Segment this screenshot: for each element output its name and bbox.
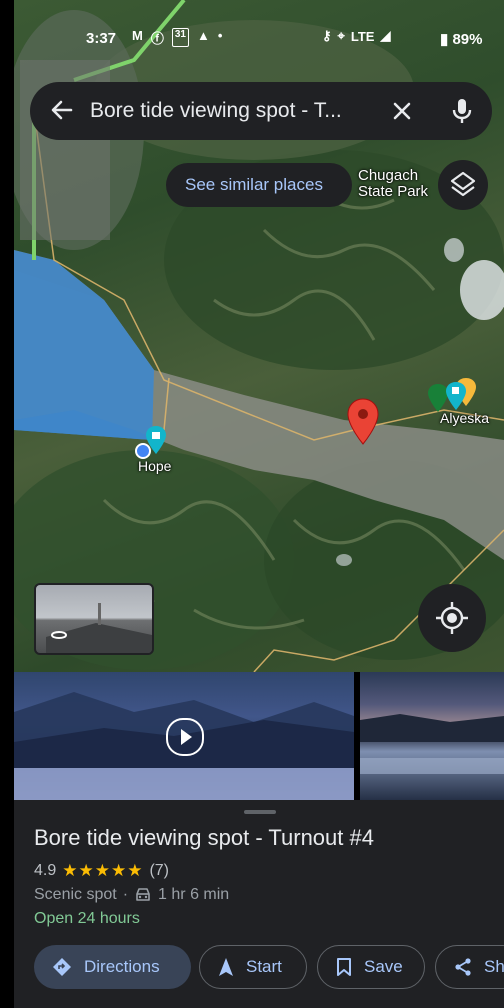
sheet-drag-handle[interactable] (244, 810, 276, 814)
play-icon (181, 729, 192, 745)
save-label: Save (364, 957, 403, 976)
rating-row[interactable]: 4.9 ★★★★★ (7) (34, 861, 169, 881)
close-icon[interactable] (388, 97, 416, 125)
open-hours: Open 24 hours (34, 910, 140, 927)
street-view-thumbnail[interactable] (34, 583, 154, 655)
play-video-button[interactable] (166, 718, 204, 756)
see-similar-places-label: See similar places (185, 175, 323, 194)
gmail-icon: M (132, 28, 143, 43)
place-details-sheet[interactable]: Bore tide viewing spot - Turnout #4 4.9 … (14, 800, 504, 1008)
map-label-chugach: Chugach State Park (358, 167, 429, 200)
place-category: Scenic spot (34, 886, 117, 903)
layers-icon (450, 171, 476, 197)
back-arrow-icon[interactable] (48, 96, 76, 124)
dot-icon: • (217, 28, 223, 43)
selected-place-pin-icon[interactable] (346, 398, 380, 446)
screen-left-edge (0, 0, 14, 1008)
layers-button[interactable] (438, 160, 488, 210)
bookmark-icon (337, 958, 351, 976)
car-icon (136, 888, 150, 901)
rating-value: 4.9 (34, 862, 57, 879)
network-label: LTE (350, 28, 375, 44)
status-bar: 3:37 M ⓕ 31 ▲ • ⚷ ⌖ LTE ◢ ▮ 89% (14, 24, 504, 54)
start-label: Start (246, 957, 282, 976)
battery-icon: ▮ (440, 31, 449, 48)
directions-label: Directions (84, 957, 160, 976)
directions-button[interactable]: Directions (34, 945, 191, 989)
drive-time: 1 hr 6 min (158, 886, 230, 903)
map-label-hope: Hope (138, 458, 172, 474)
place-title: Bore tide viewing spot - Turnout #4 (34, 825, 374, 850)
vpn-key-icon: ⚷ (322, 28, 332, 43)
facebook-icon: ⓕ (150, 31, 164, 46)
place-photo-thumbnail[interactable] (360, 672, 504, 800)
review-count: (7) (149, 862, 170, 879)
place-type-row: Scenic spot · 1 hr 6 min (34, 886, 229, 904)
share-button[interactable]: Sh (435, 945, 504, 989)
signal-icon: ◢ (380, 28, 391, 43)
photos-carousel[interactable] (14, 672, 504, 800)
navigation-arrow-icon (219, 958, 233, 976)
save-button[interactable]: Save (317, 945, 425, 989)
android-icon: ▲ (196, 28, 210, 43)
location-icon: ⌖ (337, 28, 345, 43)
status-time: 3:37 (86, 30, 117, 47)
place-video-thumbnail[interactable] (14, 672, 354, 800)
map-label-alyeska: Alyeska (440, 410, 490, 426)
search-query-text[interactable]: Bore tide viewing spot - T... (90, 99, 342, 123)
share-label: Sh (484, 957, 504, 976)
start-button[interactable]: Start (199, 945, 307, 989)
see-similar-places-button[interactable]: See similar places (166, 163, 352, 207)
microphone-icon[interactable] (448, 96, 476, 126)
street-view-rotate-icon (46, 603, 152, 653)
hope-markers-icon[interactable] (132, 424, 172, 462)
my-location-button[interactable] (418, 584, 486, 652)
calendar-icon: 31 (171, 28, 189, 47)
my-location-icon (436, 602, 468, 634)
separator: · (122, 886, 129, 903)
search-bar[interactable]: Bore tide viewing spot - T... (30, 82, 492, 140)
directions-icon (53, 958, 71, 976)
share-icon (455, 958, 471, 976)
rating-stars: ★★★★★ (62, 861, 144, 880)
battery-percent: 89% (452, 31, 483, 48)
